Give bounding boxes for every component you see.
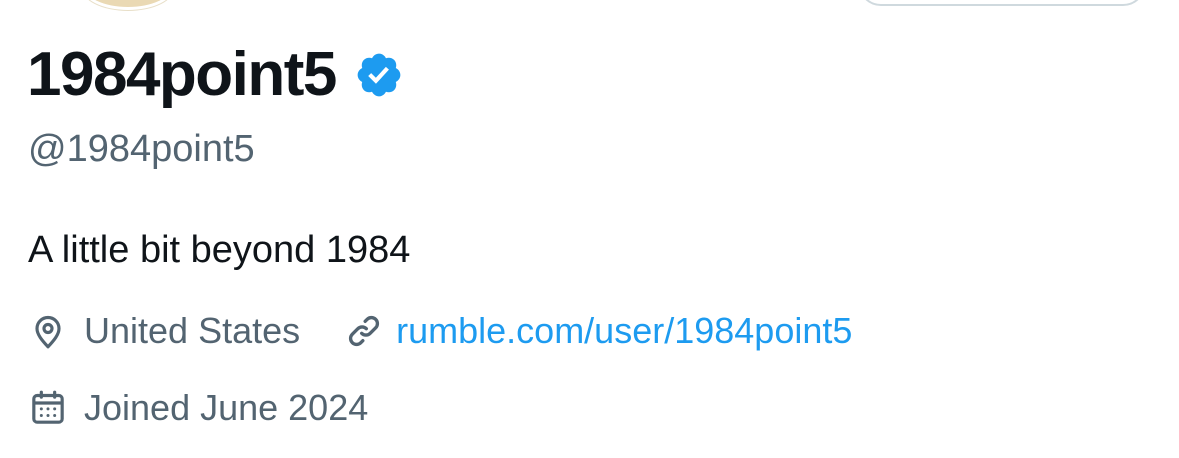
joined-item: Joined June 2024 — [28, 383, 368, 433]
profile-name-row: 1984point5 — [27, 38, 404, 112]
joined-date: Joined June 2024 — [84, 387, 369, 428]
location-pin-icon — [28, 311, 68, 351]
verified-badge-icon[interactable] — [354, 50, 404, 100]
link-icon — [344, 311, 384, 351]
profile-meta-row: United States rumble.com/user/1984point5 — [28, 306, 852, 356]
location-item: United States — [28, 307, 300, 355]
website-link[interactable]: rumble.com/user/1984point5 — [396, 307, 852, 355]
profile-action-button[interactable] — [858, 0, 1146, 6]
display-name: 1984point5 — [27, 40, 337, 109]
profile-bio: A little bit beyond 1984 — [28, 229, 411, 271]
location-text: United States — [84, 310, 301, 351]
calendar-icon — [28, 388, 68, 428]
profile-handle: @1984point5 — [28, 128, 255, 170]
avatar[interactable] — [82, 0, 174, 10]
website-item[interactable]: rumble.com/user/1984point5 — [344, 307, 852, 355]
